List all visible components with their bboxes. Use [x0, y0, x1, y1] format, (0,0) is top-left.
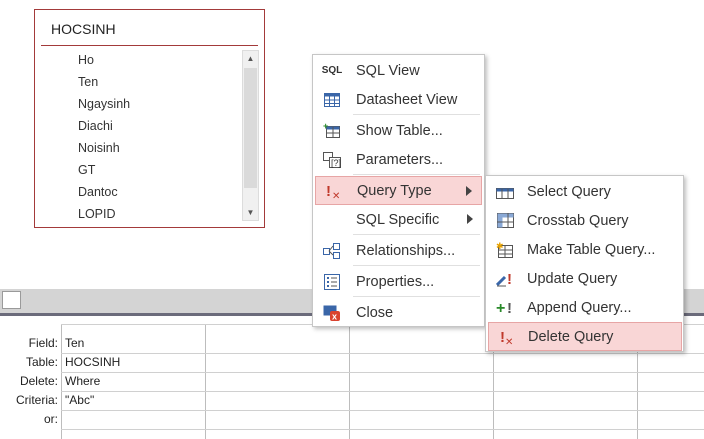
grid-cell-delete[interactable]: Where: [62, 372, 205, 391]
field-item-noisinh[interactable]: Noisinh: [35, 137, 240, 159]
submenu-arrow-icon: [467, 214, 473, 224]
properties-icon: [315, 273, 349, 290]
menu-item-close[interactable]: x Close: [315, 298, 482, 327]
field-item-lopid[interactable]: LOPID: [35, 203, 240, 225]
delete-query-icon: ! ✕: [489, 328, 523, 346]
menu-item-show-table[interactable]: + Show Table...: [315, 116, 482, 145]
row-label-criteria: Criteria:: [15, 393, 58, 407]
menu-separator: [353, 296, 480, 297]
submenu-item-make-table-query[interactable]: ✱ Make Table Query...: [488, 235, 682, 264]
svg-text:✕: ✕: [332, 191, 340, 200]
svg-text:!: !: [326, 183, 331, 200]
table-title-divider: [41, 45, 258, 46]
menu-item-label: SQL View: [356, 62, 420, 79]
grid-cell-criteria[interactable]: "Abc": [62, 391, 205, 410]
relationships-icon: [315, 242, 349, 259]
submenu-arrow-icon: [466, 186, 472, 196]
submenu-item-crosstab-query[interactable]: Crosstab Query: [488, 206, 682, 235]
submenu-item-delete-query[interactable]: ! ✕ Delete Query: [488, 322, 682, 351]
scroll-down-icon[interactable]: ▼: [243, 205, 258, 220]
submenu-item-label: Append Query...: [527, 299, 632, 316]
menu-item-label: Show Table...: [356, 122, 443, 139]
menu-item-label: Parameters...: [356, 151, 444, 168]
submenu-item-label: Crosstab Query: [527, 212, 629, 229]
select-query-icon: [488, 185, 522, 199]
selector-box[interactable]: [2, 291, 21, 309]
grid-row-divider: [61, 429, 704, 430]
svg-text:[?]: [?]: [331, 158, 341, 168]
svg-text:!: !: [507, 300, 512, 317]
field-item-gt[interactable]: GT: [35, 159, 240, 181]
field-item-ho[interactable]: Ho: [35, 49, 240, 71]
show-table-icon: +: [315, 123, 349, 139]
grid-cell-field[interactable]: Ten: [62, 334, 205, 353]
menu-item-label: SQL Specific: [356, 211, 440, 228]
menu-item-label: Close: [356, 304, 394, 321]
update-query-icon: !: [488, 270, 522, 288]
svg-text:x: x: [332, 311, 337, 321]
menu-item-label: Datasheet View: [356, 91, 458, 108]
field-item-ngaysinh[interactable]: Ngaysinh: [35, 93, 240, 115]
field-list: Ho Ten Ngaysinh Diachi Noisinh GT Dantoc…: [35, 49, 240, 225]
table-title[interactable]: HOCSINH: [51, 21, 116, 37]
row-label-or: or:: [43, 412, 58, 426]
menu-item-query-type[interactable]: ! ✕ Query Type: [315, 176, 482, 205]
context-menu: SQL SQL View Datasheet View + Show Table…: [312, 54, 485, 327]
grid-column-divider: [205, 324, 206, 439]
submenu-item-label: Make Table Query...: [527, 241, 656, 258]
field-list-scrollbar[interactable]: ▲ ▼: [242, 50, 259, 221]
row-label-delete: Delete:: [19, 374, 58, 388]
svg-text:+: +: [323, 123, 328, 131]
submenu-item-label: Select Query: [527, 183, 611, 200]
submenu-item-select-query[interactable]: Select Query: [488, 177, 682, 206]
datasheet-icon: [315, 92, 349, 107]
menu-item-datasheet-view[interactable]: Datasheet View: [315, 85, 482, 114]
field-item-diachi[interactable]: Diachi: [35, 115, 240, 137]
submenu-item-label: Delete Query: [528, 328, 614, 345]
grid-column-divider: [349, 324, 350, 439]
close-icon: x: [315, 305, 349, 321]
row-label-table: Table:: [25, 355, 58, 369]
svg-text:✱: ✱: [496, 242, 504, 251]
make-table-query-icon: ✱: [488, 242, 522, 258]
menu-item-relationships[interactable]: Relationships...: [315, 236, 482, 265]
menu-item-properties[interactable]: Properties...: [315, 267, 482, 296]
submenu-item-update-query[interactable]: ! Update Query: [488, 264, 682, 293]
submenu-item-label: Update Query: [527, 270, 618, 287]
row-label-field: Field:: [28, 336, 58, 350]
table-field-list-hocsinh[interactable]: HOCSINH Ho Ten Ngaysinh Diachi Noisinh G…: [34, 9, 265, 228]
scroll-up-icon[interactable]: ▲: [243, 51, 258, 66]
query-type-submenu: Select Query Crosstab Query ✱ Make Table…: [485, 175, 684, 352]
menu-separator: [353, 174, 480, 175]
sql-icon: SQL: [321, 65, 343, 76]
svg-text:✕: ✕: [505, 337, 513, 346]
menu-separator: [353, 114, 480, 115]
menu-item-label: Properties...: [356, 273, 435, 290]
menu-item-label: Relationships...: [356, 242, 456, 259]
svg-text:!: !: [507, 271, 512, 288]
append-query-icon: +!: [488, 299, 522, 317]
menu-separator: [353, 265, 480, 266]
menu-item-sql-specific[interactable]: SQL Specific: [315, 205, 482, 234]
svg-text:+: +: [496, 300, 505, 317]
menu-item-label: Query Type: [357, 182, 432, 199]
field-item-dantoc[interactable]: Dantoc: [35, 181, 240, 203]
field-item-ten[interactable]: Ten: [35, 71, 240, 93]
grid-cell-or[interactable]: [62, 410, 205, 429]
query-type-icon: ! ✕: [316, 182, 350, 200]
menu-item-parameters[interactable]: [?] Parameters...: [315, 145, 482, 174]
crosstab-query-icon: [488, 213, 522, 228]
grid-cell-table[interactable]: HOCSINH: [62, 353, 205, 372]
submenu-item-append-query[interactable]: +! Append Query...: [488, 293, 682, 322]
menu-item-sql-view[interactable]: SQL SQL View: [315, 56, 482, 85]
menu-separator: [353, 234, 480, 235]
scrollbar-thumb[interactable]: [244, 68, 257, 188]
parameters-icon: [?]: [315, 151, 349, 168]
